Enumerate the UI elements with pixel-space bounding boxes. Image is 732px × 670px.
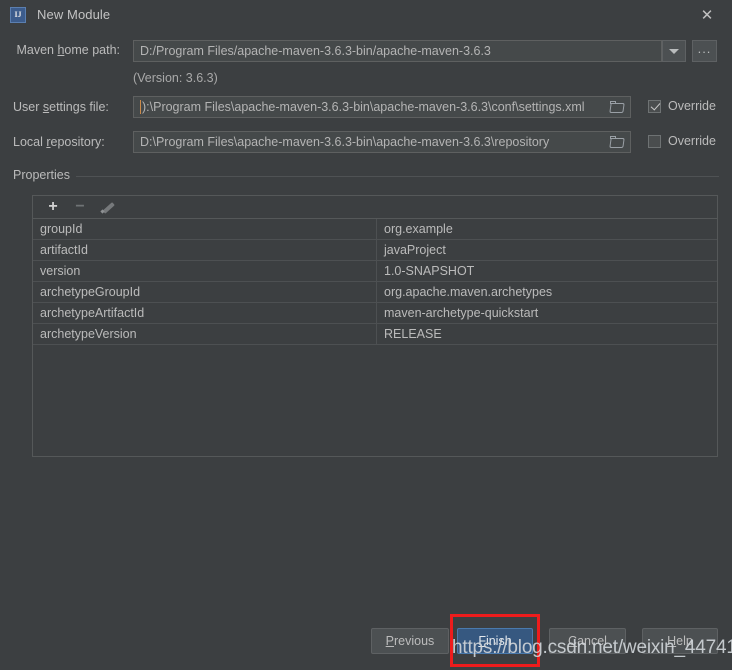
property-value-cell: 1.0-SNAPSHOT (384, 264, 475, 278)
table-row[interactable]: groupId org.example (33, 219, 717, 240)
property-value-cell: RELEASE (384, 327, 442, 341)
user-settings-file-input[interactable]: ):\Program Files\apache-maven-3.6.3-bin\… (133, 96, 631, 118)
help-button[interactable]: Help (642, 628, 718, 654)
properties-toolbar: + − (33, 196, 717, 219)
property-key-cell: groupId (33, 219, 377, 239)
chevron-down-icon (669, 48, 679, 54)
table-row[interactable]: version 1.0-SNAPSHOT (33, 261, 717, 282)
pencil-icon[interactable] (97, 197, 117, 217)
maven-home-path-label: Maven home path: (16, 43, 120, 57)
window-title: New Module (37, 7, 111, 22)
local-repository-override-label: Override (668, 134, 716, 148)
maven-version-text: (Version: 3.6.3) (133, 71, 218, 85)
table-row[interactable]: archetypeVersion RELEASE (33, 324, 717, 345)
finish-button[interactable]: Finish (457, 628, 533, 654)
intellij-idea-icon: IJ (10, 6, 26, 23)
user-settings-override-checkbox[interactable]: Override (648, 99, 716, 113)
user-settings-override-label: Override (668, 99, 716, 113)
maven-home-path-value: D:/Program Files/apache-maven-3.6.3-bin/… (140, 44, 491, 58)
properties-group-label: Properties (13, 168, 76, 182)
close-icon[interactable]: ✕ (696, 4, 718, 26)
text-caret (140, 100, 141, 114)
local-repository-input[interactable]: D:\Program Files\apache-maven-3.6.3-bin\… (133, 131, 631, 153)
local-repository-label: Local repository: (13, 135, 105, 149)
checkbox-checked-icon (648, 99, 661, 113)
property-key-cell: archetypeGroupId (33, 282, 377, 302)
table-row[interactable]: archetypeArtifactId maven-archetype-quick… (33, 303, 717, 324)
property-value-cell: org.example (384, 222, 453, 236)
title-bar: IJ New Module ✕ (0, 0, 732, 29)
property-key-cell: version (33, 261, 377, 281)
maven-home-path-dropdown-button[interactable] (662, 40, 686, 62)
property-value-cell: javaProject (384, 243, 446, 257)
property-value-cell: org.apache.maven.archetypes (384, 285, 553, 299)
user-settings-file-value: ):\Program Files\apache-maven-3.6.3-bin\… (142, 100, 585, 114)
user-settings-file-label: User settings file: (13, 100, 109, 114)
minus-icon[interactable]: − (70, 197, 90, 217)
property-key-cell: archetypeVersion (33, 324, 377, 344)
properties-table-panel: + − groupId org.example artifactId javaProj… (32, 195, 718, 457)
ellipsis-icon: ... (697, 41, 712, 56)
previous-button[interactable]: Previous (371, 628, 449, 654)
property-key-cell: artifactId (33, 240, 377, 260)
plus-icon[interactable]: + (43, 197, 63, 217)
property-key-cell: archetypeArtifactId (33, 303, 377, 323)
local-repository-override-checkbox[interactable]: Override (648, 134, 716, 148)
local-repository-value: D:\Program Files\apache-maven-3.6.3-bin\… (140, 135, 550, 149)
checkbox-unchecked-icon (648, 134, 661, 148)
maven-home-path-input[interactable]: D:/Program Files/apache-maven-3.6.3-bin/… (133, 40, 662, 62)
cancel-button[interactable]: Cancel (549, 628, 626, 654)
table-row[interactable]: artifactId javaProject (33, 240, 717, 261)
properties-table-body: groupId org.example artifactId javaProject v… (33, 219, 717, 345)
maven-home-path-browse-button[interactable]: ... (692, 40, 717, 62)
folder-icon[interactable] (610, 135, 626, 149)
properties-separator (13, 176, 719, 177)
property-value-cell: maven-archetype-quickstart (384, 306, 539, 320)
folder-icon[interactable] (610, 100, 626, 114)
table-row[interactable]: archetypeGroupId org.apache.maven.archety… (33, 282, 717, 303)
dialog-button-bar: Previous Finish Cancel Help (0, 628, 732, 670)
